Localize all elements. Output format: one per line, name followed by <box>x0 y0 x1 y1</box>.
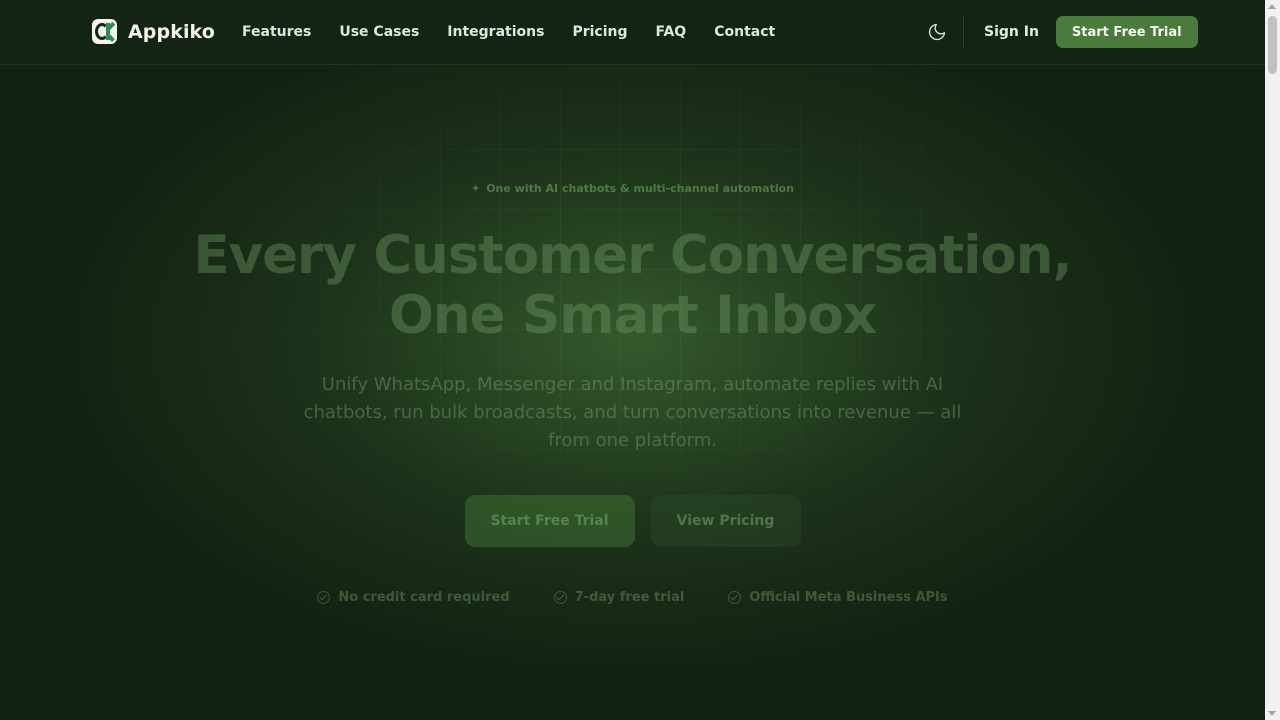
hero-subtext: Unify WhatsApp, Messenger and Instagram,… <box>303 374 962 451</box>
headline-line-1: Every Customer Conversation, <box>193 225 1072 286</box>
nav-link-use-cases[interactable]: Use Cases <box>339 24 419 40</box>
scrollbar-thumb[interactable] <box>1268 16 1277 74</box>
headline-line-2: One Smart Inbox <box>388 285 877 346</box>
nav-link-pricing[interactable]: Pricing <box>572 24 627 40</box>
check-circle-icon <box>728 591 742 604</box>
nav-link-integrations[interactable]: Integrations <box>447 24 544 40</box>
view-pricing-button[interactable]: View Pricing <box>650 495 801 547</box>
nav-actions: Sign In Start Free Trial <box>924 16 1198 48</box>
brand-logo[interactable]: Appkiko <box>92 19 215 44</box>
vertical-scrollbar[interactable] <box>1265 0 1280 720</box>
check-circle-icon <box>553 591 567 604</box>
nav-link-contact[interactable]: Contact <box>714 24 775 40</box>
nav-link-faq[interactable]: FAQ <box>656 24 687 40</box>
moon-icon <box>928 23 946 41</box>
theme-toggle-button[interactable] <box>924 19 950 45</box>
hero-buttons: Start Free Trial View Pricing <box>0 495 1265 547</box>
nav-divider <box>963 16 964 48</box>
check-circle-icon <box>317 591 331 604</box>
hero-badge: ✦ One with AI chatbots & multi-channel au… <box>470 182 795 195</box>
hero-features: No credit card required 7-day free trial… <box>0 590 1265 605</box>
nav-link-features[interactable]: Features <box>242 24 311 40</box>
navbar: Appkiko Features Use Cases Integrations … <box>0 0 1265 65</box>
feature-item: 7-day free trial <box>553 590 684 605</box>
brand-name: Appkiko <box>128 20 215 43</box>
start-free-trial-button[interactable]: Start Free Trial <box>464 495 635 547</box>
logo-icon <box>92 19 117 44</box>
sparkle-icon: ✦ <box>470 182 481 195</box>
hero-headline: Every Customer Conversation, One Smart I… <box>0 226 1265 346</box>
scroll-down-arrow-icon[interactable] <box>1268 711 1276 716</box>
feature-item: No credit card required <box>317 590 510 605</box>
nav-links: Features Use Cases Integrations Pricing … <box>242 24 803 40</box>
scroll-up-arrow-icon[interactable] <box>1268 4 1276 9</box>
sign-in-link[interactable]: Sign In <box>984 24 1039 40</box>
nav-start-free-trial-button[interactable]: Start Free Trial <box>1055 16 1198 48</box>
page: ✦ One with AI chatbots & multi-channel au… <box>0 0 1265 720</box>
feature-item: Official Meta Business APIs <box>728 590 948 605</box>
hero-section: ✦ One with AI chatbots & multi-channel au… <box>0 0 1265 720</box>
